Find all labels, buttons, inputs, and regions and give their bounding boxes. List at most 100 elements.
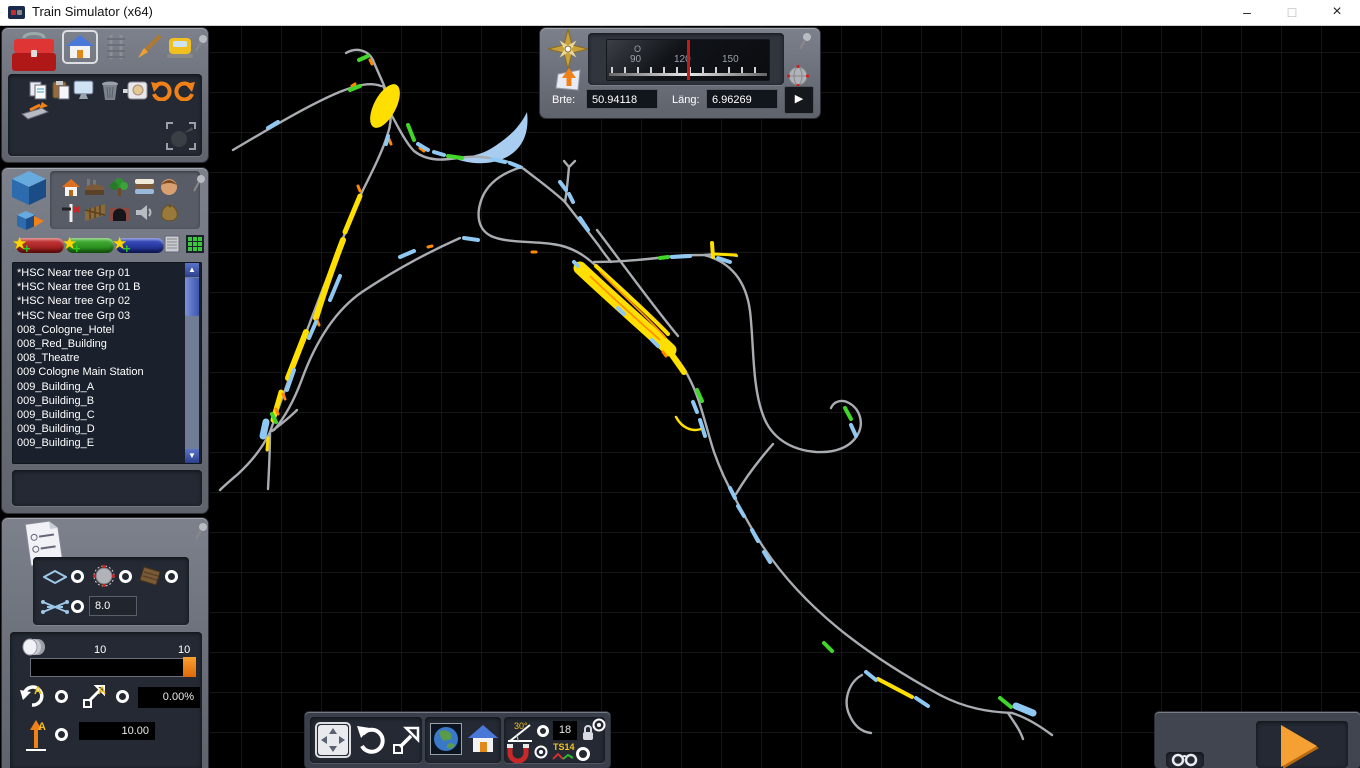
tab-track-icon[interactable] — [103, 34, 129, 60]
list-item[interactable]: *HSC Near tree Grp 03 — [12, 309, 202, 323]
category-fence-icon[interactable] — [84, 203, 106, 222]
height-offset-field[interactable]: 10.00 — [79, 722, 155, 740]
monitor-icon[interactable] — [73, 80, 95, 101]
cube-icon[interactable] — [10, 170, 48, 206]
list-item[interactable]: 009_Building_D — [12, 422, 202, 436]
window-title: Train Simulator (x64) — [32, 4, 153, 19]
gizmo-group — [310, 717, 422, 763]
scroll-up-icon[interactable]: ▲ — [185, 263, 199, 277]
list-view-icon[interactable] — [164, 235, 180, 253]
maximize-button[interactable]: □ — [1275, 0, 1309, 25]
asset-list[interactable]: *HSC Near tree Grp 01 *HSC Near tree Grp… — [12, 262, 202, 464]
category-bridge-icon[interactable] — [109, 203, 130, 222]
category-tree-icon[interactable] — [109, 177, 130, 197]
list-item[interactable]: 008_Red_Building — [12, 337, 202, 351]
undo-icon[interactable] — [150, 79, 172, 101]
longitude-input[interactable]: 6.96269 — [706, 89, 778, 109]
tab-train-icon[interactable] — [166, 34, 194, 60]
map-jump-icon[interactable] — [554, 66, 584, 92]
favorites-green-button[interactable]: ★ + — [62, 234, 114, 256]
random-scale-radio[interactable] — [116, 690, 129, 703]
track-map — [218, 48, 1054, 741]
pin-icon[interactable] — [194, 522, 208, 540]
grid-view-icon[interactable] — [186, 235, 204, 253]
route-map-viewport[interactable] — [210, 25, 1360, 768]
list-item[interactable]: 008_Cologne_Hotel — [12, 323, 202, 337]
list-item[interactable]: 009_Building_B — [12, 394, 202, 408]
scale-variance-field[interactable]: 0.00% — [138, 687, 200, 708]
slider-handle[interactable] — [183, 657, 196, 677]
category-misc-icon[interactable] — [159, 202, 180, 223]
category-signal-icon[interactable] — [61, 203, 82, 223]
list-item[interactable]: 009_Building_E — [12, 436, 202, 450]
favorites-red-button[interactable]: ★ + — [12, 234, 64, 256]
globe-gizmo-icon[interactable] — [786, 64, 810, 88]
magnet-snap-icon[interactable] — [506, 743, 530, 763]
toolbox-body — [8, 74, 202, 156]
asset-panel: ★ + ★ + ★ + *HSC Near tree Grp 01 *HSC N… — [2, 168, 208, 513]
list-item[interactable]: 009 Cologne Main Station — [12, 365, 202, 379]
redo-icon[interactable] — [174, 79, 196, 101]
list-item[interactable]: 009_Building_C — [12, 408, 202, 422]
cube-arrow-icon[interactable] — [16, 210, 46, 232]
blower-icon[interactable] — [166, 122, 196, 150]
paste-icon[interactable] — [51, 80, 71, 100]
world-view-button[interactable] — [430, 723, 462, 755]
random-rotation-radio[interactable] — [55, 690, 68, 703]
grid-size-field[interactable]: 18 — [553, 721, 577, 740]
pin-icon[interactable] — [194, 34, 208, 52]
close-button[interactable]: × — [1320, 0, 1354, 25]
copy-icon[interactable] — [28, 80, 48, 100]
angle-snap-radio[interactable] — [537, 725, 549, 737]
list-item[interactable]: 009_Building_A — [12, 380, 202, 394]
density-slider[interactable] — [30, 657, 196, 677]
ruler-arrow-icon[interactable] — [20, 102, 50, 122]
play-button[interactable] — [1281, 725, 1317, 767]
category-furniture-icon[interactable] — [84, 178, 105, 197]
plus-icon: + — [23, 241, 31, 256]
wood-mode-radio[interactable] — [165, 570, 178, 583]
tab-home-selected[interactable] — [62, 30, 98, 64]
height-offset-radio[interactable] — [55, 728, 68, 741]
rotate-tool[interactable] — [356, 724, 386, 756]
spacing-input[interactable]: 8.0 — [89, 596, 137, 616]
scrollbar[interactable]: ▲ ▼ — [185, 263, 199, 463]
category-sound-icon[interactable] — [135, 203, 154, 222]
latitude-input[interactable]: 50.94118 — [586, 89, 658, 109]
goto-button[interactable]: ▶ — [784, 86, 814, 114]
favorites-blue-button[interactable]: ★ + — [112, 234, 164, 256]
list-item[interactable]: 008_Theatre — [12, 351, 202, 365]
transform-box: 10 10 A A 0.00% A 10.00 — [10, 632, 202, 768]
tick-90: 90 — [630, 54, 642, 65]
category-layers-icon[interactable] — [134, 178, 155, 196]
overview-box[interactable] — [1166, 752, 1204, 768]
list-item[interactable]: *HSC Near tree Grp 01 — [12, 266, 202, 280]
ts14-radio[interactable] — [576, 747, 590, 761]
pin-icon[interactable] — [798, 32, 812, 50]
plus-icon: + — [123, 241, 131, 256]
flat-mode-radio[interactable] — [71, 570, 84, 583]
move-tool-selected[interactable] — [315, 722, 351, 758]
river-shape — [449, 112, 528, 164]
scale-tool[interactable] — [392, 726, 420, 754]
home-view-button[interactable] — [467, 723, 499, 755]
category-people-icon[interactable] — [160, 177, 178, 197]
toolbox-icon[interactable] — [10, 30, 58, 76]
trash-icon[interactable] — [101, 80, 119, 101]
app-icon — [8, 6, 25, 19]
pin-icon[interactable] — [192, 174, 206, 192]
heading-gauge: O 90 120 150 — [606, 39, 770, 81]
list-item[interactable]: *HSC Near tree Grp 02 — [12, 294, 202, 308]
target-snap-icon[interactable] — [592, 718, 606, 732]
list-item[interactable]: *HSC Near tree Grp 01 B — [12, 280, 202, 294]
magnet-target-icon[interactable] — [534, 745, 548, 759]
minimize-button[interactable]: – — [1230, 0, 1264, 25]
scroll-thumb[interactable] — [185, 278, 199, 316]
tab-brush-icon[interactable] — [134, 34, 162, 60]
scroll-down-icon[interactable]: ▼ — [185, 449, 199, 463]
measure-tape-icon[interactable] — [122, 81, 148, 100]
sphere-mode-radio[interactable] — [119, 570, 132, 583]
compass-rose-icon — [546, 28, 590, 70]
category-buildings-icon[interactable] — [61, 178, 81, 197]
scatter-mode-radio[interactable] — [71, 600, 84, 613]
